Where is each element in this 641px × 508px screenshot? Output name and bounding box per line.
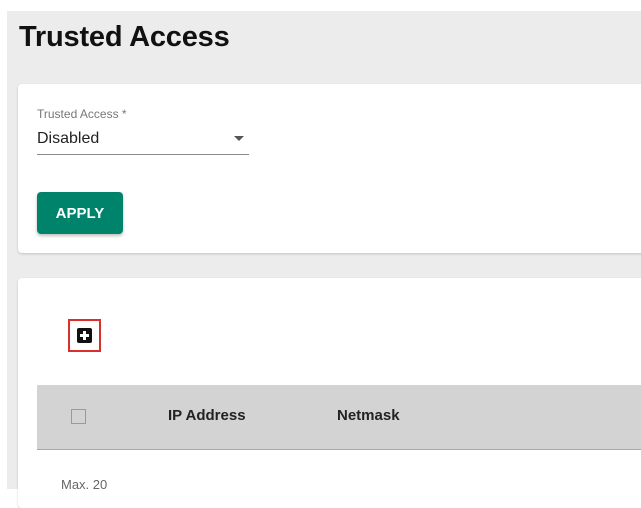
add-box-icon (77, 328, 92, 343)
add-button[interactable] (68, 319, 101, 352)
trusted-ip-table-card: IP Address Netmask Max. 20 (18, 278, 641, 508)
table-header: IP Address Netmask (37, 385, 641, 450)
trusted-access-label: Trusted Access * (37, 107, 127, 121)
column-header-netmask[interactable]: Netmask (337, 407, 400, 424)
max-entries-note: Max. 20 (61, 477, 108, 492)
settings-card: Trusted Access * Disabled APPLY (18, 84, 641, 253)
apply-button[interactable]: APPLY (37, 192, 123, 234)
chevron-down-icon (234, 136, 244, 141)
select-all-checkbox[interactable] (71, 409, 86, 424)
page-title: Trusted Access (19, 21, 230, 53)
trusted-access-value: Disabled (37, 130, 100, 147)
trusted-access-select[interactable]: Disabled (37, 124, 249, 155)
main-content: Trusted Access Trusted Access * Disabled… (7, 11, 641, 508)
column-header-ip-address[interactable]: IP Address (168, 407, 246, 424)
